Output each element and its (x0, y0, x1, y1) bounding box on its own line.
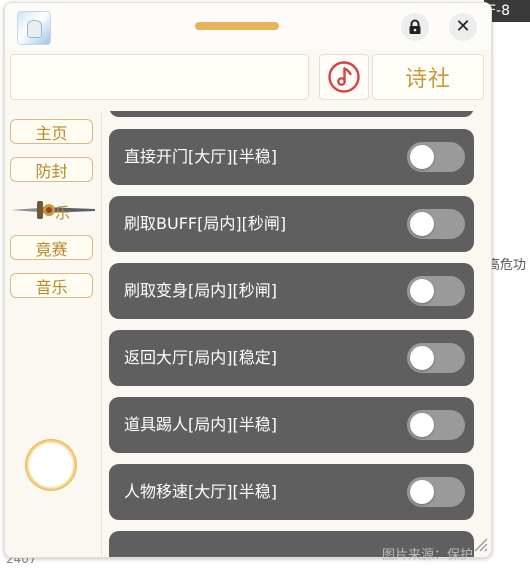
feature-row[interactable]: 人物移速[大厅][半稳] (109, 464, 474, 520)
command-input[interactable] (10, 54, 309, 100)
feature-toggle[interactable] (407, 209, 465, 239)
sidebar-item-sword-label: 乐 (55, 204, 71, 222)
music-button[interactable] (319, 54, 369, 100)
toggle-knob (410, 413, 434, 437)
sword-decoration-icon[interactable] (9, 195, 97, 225)
feature-toggle[interactable] (407, 410, 465, 440)
feature-label: 刷取BUFF[局内][秒闸] (124, 214, 287, 233)
feature-row[interactable]: 返回大厅[局内][稳定] (109, 330, 474, 386)
close-button[interactable]: ✕ (449, 13, 477, 41)
toggle-knob (410, 212, 434, 236)
sidebar-item-anti-ban[interactable]: 防封 (10, 157, 93, 182)
lock-icon (409, 19, 421, 34)
feature-row[interactable]: 直接开门[大厅][半稳] (109, 129, 474, 185)
sidebar-item-music[interactable]: 音乐 (10, 273, 93, 298)
feature-label: 刷取变身[局内][秒闸] (124, 281, 277, 300)
close-icon: ✕ (455, 16, 471, 37)
resize-handle-icon[interactable] (471, 535, 489, 553)
feature-row[interactable]: 道具踢人[局内][半稳] (109, 397, 474, 453)
music-note-icon (328, 61, 360, 93)
feature-toggle[interactable] (407, 142, 465, 172)
feature-label: 返回大厅[局内][稳定] (124, 348, 277, 367)
lock-button[interactable] (401, 13, 429, 41)
toggle-knob (410, 145, 434, 169)
anime-avatar-icon (17, 11, 51, 45)
feature-label: 人物移速[大厅][半稳] (124, 482, 277, 501)
float-ball-button[interactable] (25, 439, 77, 491)
toggle-knob (410, 346, 434, 370)
feature-label: 道具踢人[局内][半稳] (124, 415, 277, 434)
background-side-text: 高危功 (487, 258, 527, 273)
poem-club-button[interactable]: 诗社 (372, 54, 484, 100)
feature-toggle[interactable] (407, 477, 465, 507)
feature-label: 直接开门[大厅][半稳] (124, 147, 277, 166)
feature-row[interactable]: 刷取BUFF[局内][秒闸] (109, 196, 474, 252)
sidebar: 主页 防封 乐 竟赛 音乐 (5, 111, 102, 557)
sidebar-item-contest[interactable]: 竟赛 (10, 235, 93, 260)
feature-list[interactable]: 直接开门[大厅][半稳] 刷取BUFF[局内][秒闸] 刷取变身[局内][秒闸]… (109, 111, 475, 557)
sidebar-item-home[interactable]: 主页 (10, 119, 93, 144)
feature-row-partial (109, 111, 474, 117)
drag-handle[interactable] (195, 22, 279, 30)
toggle-knob (410, 480, 434, 504)
mod-menu-window: ✕ 诗社 主页 防封 乐 竟赛 音乐 直接开门[大厅][半稳] 刷取BUFF[局… (4, 2, 492, 558)
feature-toggle[interactable] (407, 343, 465, 373)
watermark-text: 图片来源：保护 (382, 548, 474, 563)
feature-toggle[interactable] (407, 276, 465, 306)
toggle-knob (410, 279, 434, 303)
toolbar: 诗社 (5, 51, 491, 107)
feature-row[interactable]: 刷取变身[局内][秒闸] (109, 263, 474, 319)
title-bar[interactable]: ✕ (5, 3, 491, 49)
